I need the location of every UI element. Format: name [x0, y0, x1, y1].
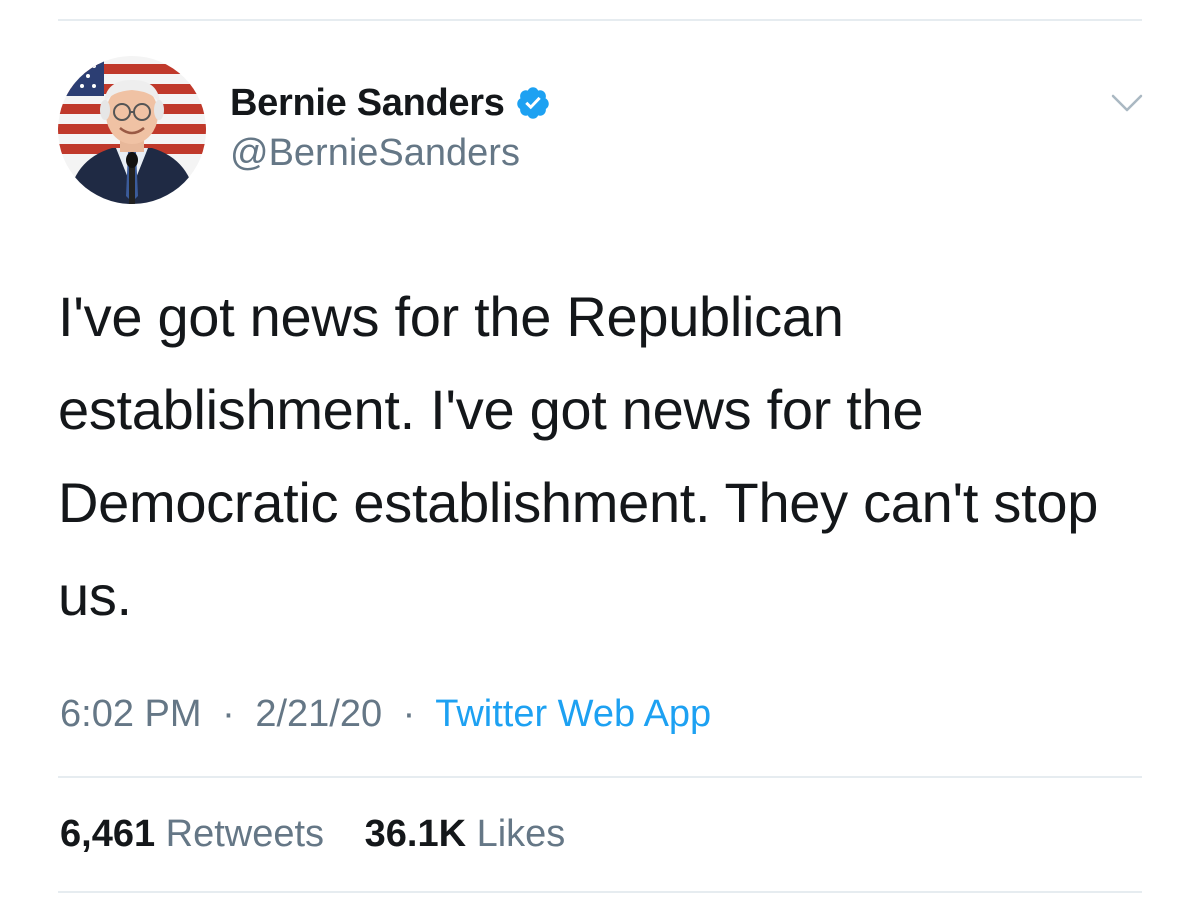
avatar[interactable]: [58, 56, 206, 204]
bottom-divider: [58, 891, 1142, 893]
retweets-count: 6,461: [60, 813, 156, 855]
tweet-source-link[interactable]: Twitter Web App: [435, 693, 711, 735]
tweet-meta: 6:02 PM · 2/21/20 · Twitter Web App: [60, 693, 711, 736]
engagement-stats: 6,461 Retweets 36.1K Likes: [60, 813, 565, 856]
display-name[interactable]: Bernie Sanders: [230, 82, 505, 125]
retweets-label: Retweets: [165, 813, 325, 855]
verified-badge-icon: [516, 87, 549, 119]
author-block[interactable]: Bernie Sanders @BernieSanders: [230, 80, 551, 175]
handle[interactable]: @BernieSanders: [230, 132, 551, 175]
profile-photo-icon: [58, 56, 206, 204]
tweet-text: I've got news for the Republican establi…: [58, 285, 1099, 627]
stats-divider: [58, 776, 1142, 778]
likes-stat[interactable]: 36.1K Likes: [365, 813, 566, 855]
retweets-stat[interactable]: 6,461 Retweets: [60, 813, 335, 855]
meta-separator: ·: [222, 693, 235, 735]
name-row: Bernie Sanders: [230, 80, 551, 126]
likes-count: 36.1K: [364, 813, 467, 855]
likes-label: Likes: [476, 813, 566, 855]
top-divider: [58, 19, 1142, 21]
meta-separator: ·: [402, 693, 416, 735]
tweet-time[interactable]: 6:02 PM: [60, 693, 202, 735]
tweet-date[interactable]: 2/21/20: [255, 693, 382, 735]
chevron-down-icon[interactable]: [1109, 90, 1145, 118]
